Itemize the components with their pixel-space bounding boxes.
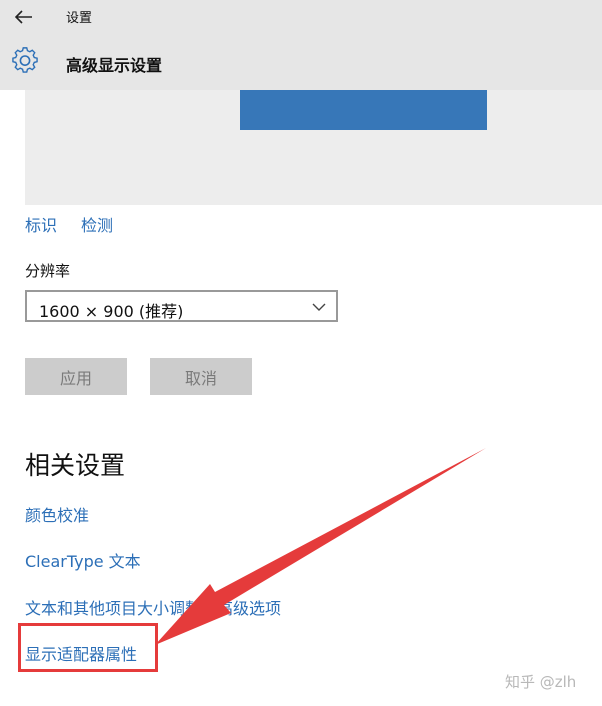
color-calibration-link[interactable]: 颜色校准: [25, 502, 89, 526]
page-title: 高级显示设置: [66, 56, 163, 75]
back-button[interactable]: [10, 4, 38, 30]
annotation-highlight-box: [18, 623, 158, 672]
display-preview: [25, 90, 602, 205]
resolution-label: 分辨率: [25, 262, 71, 280]
back-arrow-icon: [15, 10, 32, 24]
detect-link[interactable]: 检测: [81, 212, 113, 236]
related-settings-heading: 相关设置: [25, 451, 126, 480]
cleartype-text-link[interactable]: ClearType 文本: [25, 548, 141, 572]
gear-icon: [12, 47, 38, 73]
chevron-down-icon: [312, 303, 326, 311]
monitor-thumbnail[interactable]: [240, 90, 487, 130]
title-bar: 设置 高级显示设置: [0, 0, 602, 90]
identify-link[interactable]: 标识: [25, 212, 57, 236]
text-size-advanced-link[interactable]: 文本和其他项目大小调整的高级选项: [25, 595, 281, 619]
apply-button[interactable]: 应用: [25, 358, 127, 395]
cancel-button[interactable]: 取消: [150, 358, 252, 395]
resolution-dropdown[interactable]: 1600 × 900 (推荐): [25, 290, 338, 322]
watermark: 知乎 @zlh: [505, 673, 577, 691]
resolution-value: 1600 × 900 (推荐): [39, 302, 184, 321]
app-title: 设置: [66, 11, 93, 26]
